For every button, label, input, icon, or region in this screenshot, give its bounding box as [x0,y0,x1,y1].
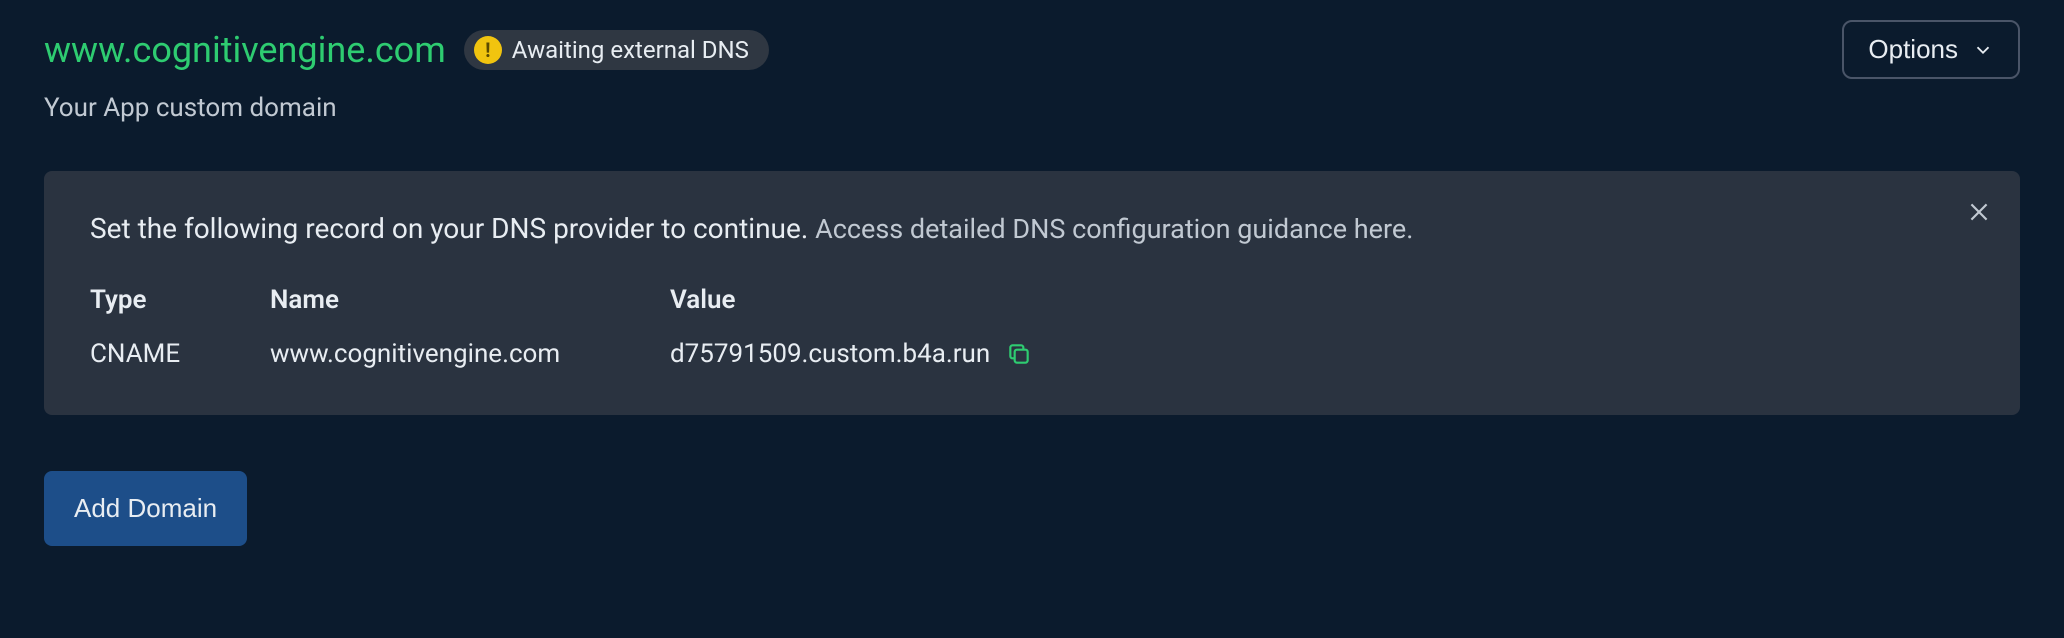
record-type: CNAME [90,339,260,369]
close-button[interactable] [1962,195,1996,232]
close-icon [1966,199,1992,225]
column-header-value: Value [670,285,1974,315]
record-value-cell: d75791509.custom.b4a.run [670,339,1974,369]
record-name: www.cognitivengine.com [270,339,660,369]
dns-guidance-link[interactable]: Access detailed DNS configuration guidan… [815,213,1413,245]
column-header-name: Name [270,285,660,315]
options-button[interactable]: Options [1842,20,2020,79]
page-subtitle: Your App custom domain [44,93,2020,123]
column-header-type: Type [90,285,260,315]
status-badge: ! Awaiting external DNS [464,30,769,70]
warning-icon: ! [474,36,502,64]
add-domain-button[interactable]: Add Domain [44,471,247,546]
status-text: Awaiting external DNS [512,36,749,64]
instruction-main: Set the following record on your DNS pro… [90,212,808,245]
instruction-text: Set the following record on your DNS pro… [90,209,1974,249]
options-label: Options [1868,34,1958,65]
domain-title: www.cognitivengine.com [44,29,446,71]
dns-panel: Set the following record on your DNS pro… [44,171,2020,415]
chevron-down-icon [1972,39,1994,61]
copy-icon [1006,341,1032,367]
record-value: d75791509.custom.b4a.run [670,339,990,369]
copy-button[interactable] [1006,341,1032,367]
